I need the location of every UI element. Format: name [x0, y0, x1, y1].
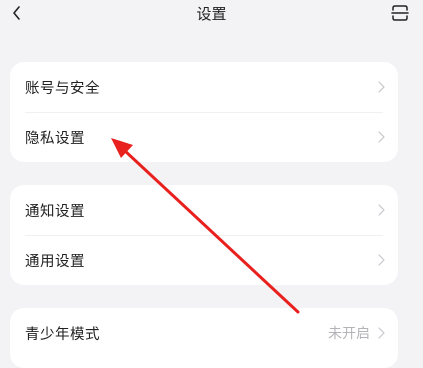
teen-mode-item[interactable]: 青少年模式 未开启: [10, 308, 398, 358]
settings-group-teen: 青少年模式 未开启: [10, 308, 398, 368]
settings-group-general: 通知设置 通用设置: [10, 185, 398, 285]
general-settings-item[interactable]: 通用设置: [10, 235, 398, 285]
privacy-settings-item[interactable]: 隐私设置: [10, 112, 398, 162]
teen-mode-status: 未开启: [328, 326, 370, 342]
notification-settings-item[interactable]: 通知设置: [10, 185, 398, 235]
top-bar: 设置: [0, 0, 423, 30]
annotation-arrow-icon: [111, 138, 300, 314]
row-label: 隐私设置: [25, 130, 85, 147]
row-label: 通知设置: [25, 203, 85, 220]
chevron-right-icon: [376, 253, 386, 267]
chevron-right-icon: [376, 130, 386, 144]
chevron-right-icon: [376, 80, 386, 94]
scan-button[interactable]: [389, 2, 411, 24]
page-title: 设置: [196, 5, 227, 23]
scan-icon: [391, 5, 409, 21]
chevron-right-icon: [376, 203, 386, 217]
row-label: 青少年模式: [25, 326, 100, 343]
row-label: 通用设置: [25, 253, 85, 270]
account-security-item[interactable]: 账号与安全: [10, 62, 398, 112]
settings-group-account: 账号与安全 隐私设置: [10, 62, 398, 162]
chevron-right-icon: [376, 326, 386, 340]
row-label: 账号与安全: [25, 80, 100, 97]
